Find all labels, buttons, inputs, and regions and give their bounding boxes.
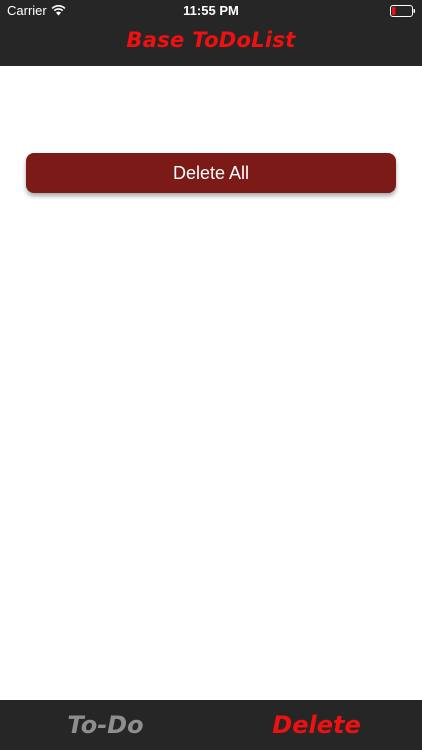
app-screen: Carrier 11:55 PM Base ToDoList Delete Al… [0, 0, 422, 750]
tab-delete[interactable]: Delete [211, 700, 422, 750]
tab-bar: To-Do Delete [0, 700, 422, 750]
status-bar: Carrier 11:55 PM [0, 0, 422, 22]
delete-all-button[interactable]: Delete All [26, 153, 396, 193]
main-content: Delete All [0, 66, 422, 700]
app-title: Base ToDoList [126, 28, 296, 52]
navigation-header: Carrier 11:55 PM Base ToDoList [0, 0, 422, 66]
tab-todo[interactable]: To-Do [0, 700, 211, 750]
status-time: 11:55 PM [183, 3, 239, 18]
battery-low-icon [390, 5, 415, 17]
